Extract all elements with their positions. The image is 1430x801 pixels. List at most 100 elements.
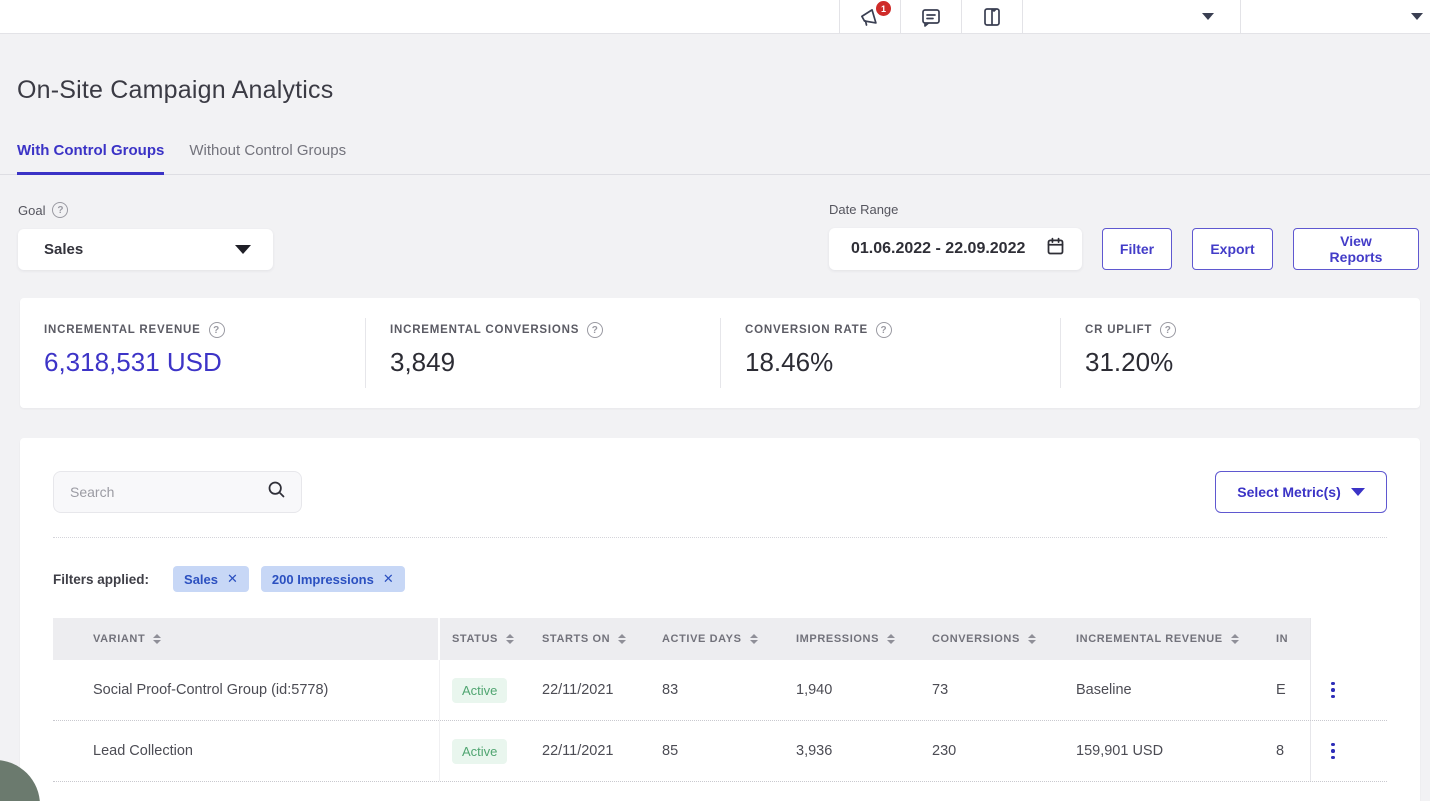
cell-incremental-revenue: Baseline [1064, 682, 1264, 698]
sort-icon [887, 634, 895, 645]
status-badge: Active [452, 739, 507, 764]
page-title: On-Site Campaign Analytics [17, 76, 1430, 105]
top-bar: 1 [0, 0, 1430, 34]
cell-impressions: 3,936 [784, 743, 920, 759]
chevron-down-icon [1202, 13, 1214, 20]
cell-status: Active [440, 678, 530, 703]
stat-conversion-rate: CONVERSION RATE ? 18.46% [720, 318, 1060, 388]
cell-variant: Lead Collection [53, 721, 440, 781]
campaigns-table-panel: Select Metric(s) Filters applied: Sales … [20, 438, 1420, 801]
view-reports-button[interactable]: View Reports [1293, 228, 1419, 270]
chevron-down-icon [1411, 13, 1423, 20]
stat-value: 3,849 [390, 347, 720, 378]
stat-label: CR UPLIFT [1085, 324, 1152, 336]
calendar-icon [1045, 236, 1066, 262]
table-row[interactable]: Social Proof-Control Group (id:5778) Act… [53, 660, 1387, 721]
cell-incremental-revenue: 159,901 USD [1064, 743, 1264, 759]
right-controls: Date Range 01.06.2022 - 22.09.2022 Filte… [829, 202, 1419, 270]
cell-truncated: E [1264, 682, 1310, 698]
column-header-impressions[interactable]: Impressions [784, 618, 920, 660]
row-actions-kebab-icon[interactable] [1327, 739, 1339, 764]
stat-value: 31.20% [1085, 347, 1420, 378]
goal-value: Sales [44, 241, 83, 258]
chat-message-icon [919, 5, 943, 29]
column-header-active-days[interactable]: Active Days [650, 618, 784, 660]
chip-close-icon[interactable]: ✕ [383, 571, 394, 587]
stat-label: CONVERSION RATE [745, 324, 868, 336]
row-actions-kebab-icon[interactable] [1327, 678, 1339, 703]
dropdown-caret-icon [235, 245, 251, 254]
search-box [53, 471, 302, 513]
feedback-button[interactable] [900, 0, 961, 33]
cell-active-days: 85 [650, 743, 784, 759]
filters-applied-label: Filters applied: [53, 572, 149, 587]
cell-starts-on: 22/11/2021 [530, 743, 650, 759]
column-header-starts-on[interactable]: Starts On [530, 618, 650, 660]
filter-chip-impressions[interactable]: 200 Impressions ✕ [261, 566, 405, 592]
stat-incremental-revenue: INCREMENTAL REVENUE ? 6,318,531 USD [20, 318, 365, 388]
cell-variant: Social Proof-Control Group (id:5778) [53, 660, 440, 720]
stat-cr-uplift: CR UPLIFT ? 31.20% [1060, 318, 1420, 388]
date-range-value: 01.06.2022 - 22.09.2022 [851, 240, 1025, 258]
sort-icon [1231, 634, 1239, 645]
sort-icon [618, 634, 626, 645]
tab-bar: With Control Groups Without Control Grou… [0, 142, 1430, 175]
column-header-status[interactable]: Status [440, 618, 530, 660]
filters-applied-row: Filters applied: Sales ✕ 200 Impressions… [53, 566, 1387, 592]
help-icon[interactable]: ? [1160, 322, 1176, 338]
cell-impressions: 1,940 [784, 682, 920, 698]
date-range-input[interactable]: 01.06.2022 - 22.09.2022 [829, 228, 1082, 270]
sort-icon [750, 634, 758, 645]
select-metrics-button[interactable]: Select Metric(s) [1215, 471, 1387, 513]
stat-label: INCREMENTAL REVENUE [44, 324, 201, 336]
sort-icon [1028, 634, 1036, 645]
cell-conversions: 230 [920, 743, 1064, 759]
filter-chip-sales[interactable]: Sales ✕ [173, 566, 249, 592]
column-header-variant[interactable]: Variant [53, 618, 440, 660]
help-icon[interactable]: ? [587, 322, 603, 338]
chip-close-icon[interactable]: ✕ [227, 571, 238, 587]
account-dropdown[interactable] [1022, 0, 1240, 33]
sort-icon [506, 634, 514, 645]
date-range-label: Date Range [829, 202, 1082, 217]
help-icon[interactable]: ? [209, 322, 225, 338]
divider [53, 537, 1387, 538]
stat-incremental-conversions: INCREMENTAL CONVERSIONS ? 3,849 [365, 318, 720, 388]
stat-value: 6,318,531 USD [44, 347, 365, 378]
export-button[interactable]: Export [1192, 228, 1273, 270]
cell-conversions: 73 [920, 682, 1064, 698]
announcements-button[interactable]: 1 [839, 0, 900, 33]
status-badge: Active [452, 678, 507, 703]
column-header-truncated[interactable]: In [1264, 618, 1310, 660]
stats-card: INCREMENTAL REVENUE ? 6,318,531 USD INCR… [20, 298, 1420, 408]
goal-select[interactable]: Sales [18, 229, 273, 270]
table-row[interactable]: Lead Collection Active 22/11/2021 85 3,9… [53, 721, 1387, 782]
filter-button[interactable]: Filter [1102, 228, 1172, 270]
column-header-incremental-revenue[interactable]: Incremental Revenue [1064, 618, 1264, 660]
notification-badge: 1 [876, 1, 891, 16]
date-range-group: Date Range 01.06.2022 - 22.09.2022 [829, 202, 1082, 270]
column-header-actions [1310, 618, 1387, 660]
tab-with-control-groups[interactable]: With Control Groups [17, 142, 164, 174]
column-header-conversions[interactable]: Conversions [920, 618, 1064, 660]
search-input[interactable] [70, 484, 266, 500]
help-icon[interactable]: ? [876, 322, 892, 338]
cell-truncated: 8 [1264, 743, 1310, 759]
stat-value: 18.46% [745, 347, 1060, 378]
goal-label: Goal ? [18, 202, 273, 218]
stat-label: INCREMENTAL CONVERSIONS [390, 324, 579, 336]
dropdown-caret-icon [1351, 488, 1365, 496]
docs-button[interactable] [961, 0, 1022, 33]
goal-group: Goal ? Sales [18, 202, 273, 270]
open-book-icon [980, 5, 1004, 29]
cell-starts-on: 22/11/2021 [530, 682, 650, 698]
tab-without-control-groups[interactable]: Without Control Groups [189, 142, 346, 174]
search-icon[interactable] [266, 479, 287, 505]
controls-row: Goal ? Sales Date Range 01.06.2022 - 22.… [18, 202, 1419, 270]
cell-status: Active [440, 739, 530, 764]
cell-active-days: 83 [650, 682, 784, 698]
user-dropdown[interactable] [1240, 0, 1430, 33]
variants-table: Variant Status Starts On Active Days Imp… [53, 618, 1387, 782]
table-header-row: Variant Status Starts On Active Days Imp… [53, 618, 1387, 660]
help-icon[interactable]: ? [52, 202, 68, 218]
